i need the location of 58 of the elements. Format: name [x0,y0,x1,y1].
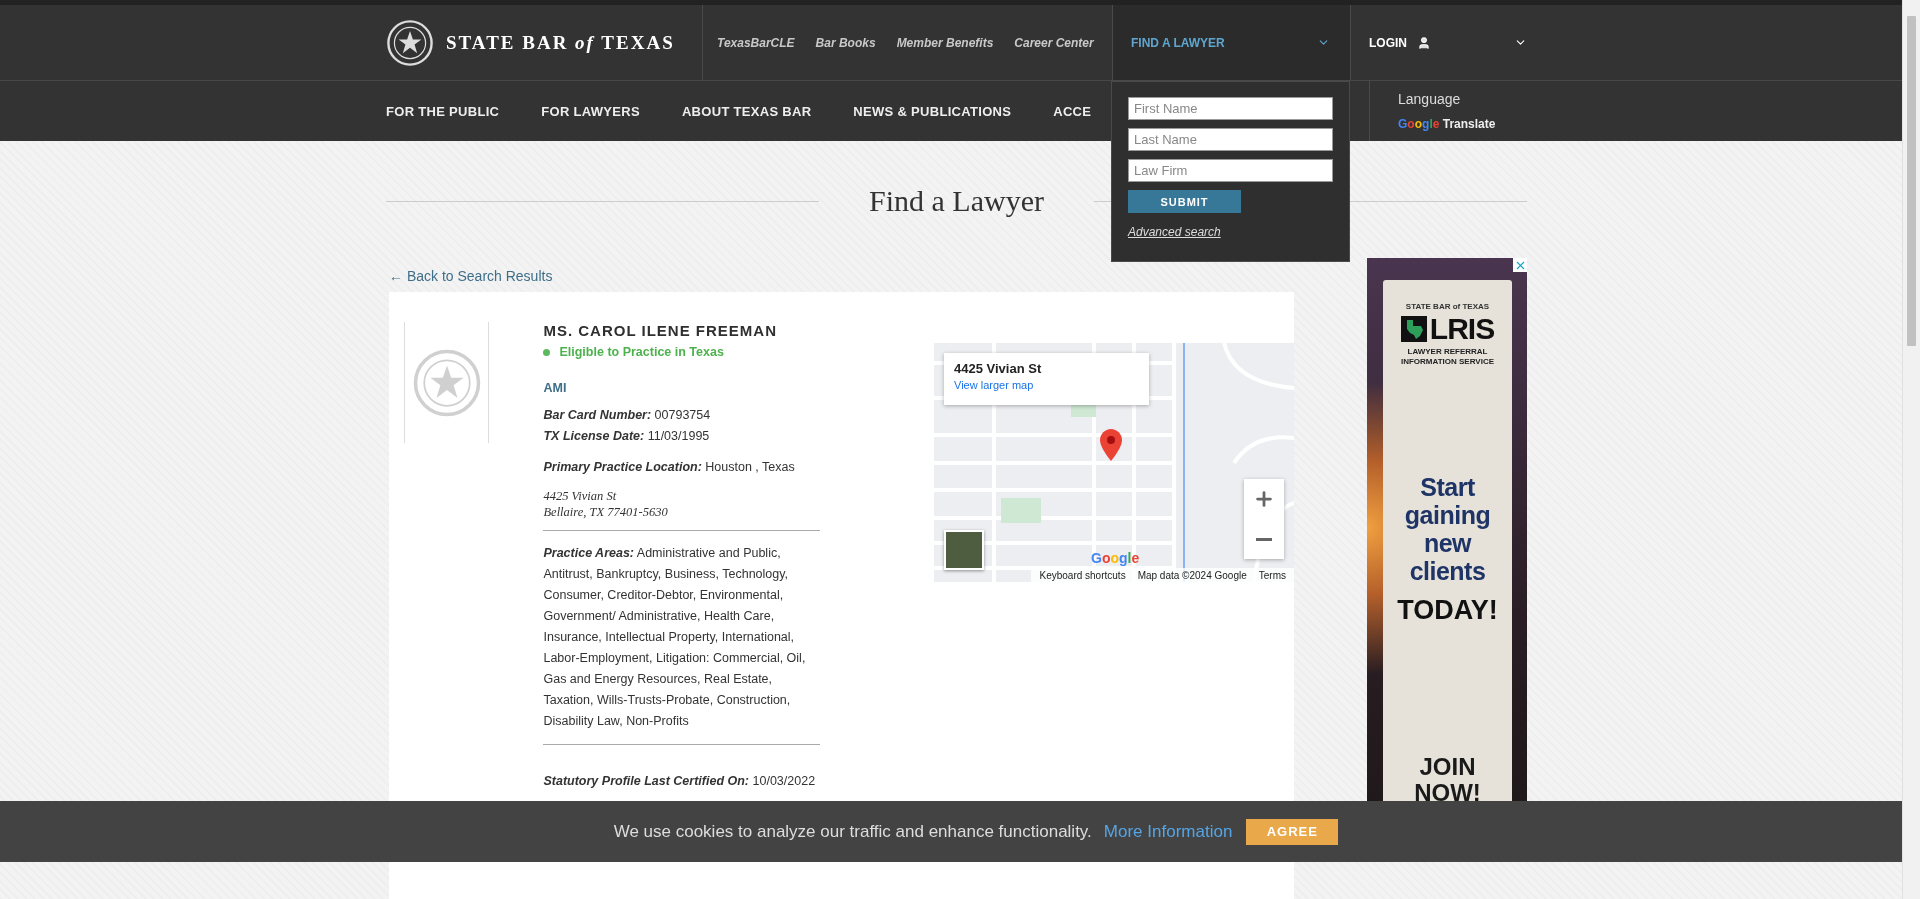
seal-icon [411,347,482,418]
zoom-in-button[interactable] [1244,479,1284,519]
map-attribution-text[interactable]: Terms [1258,569,1286,581]
back-link[interactable]: ← Back to Search Results [389,268,1294,288]
certified-date: Statutory Profile Last Certified On: 10/03/2022 [543,773,817,790]
seal-logo-icon [386,18,434,67]
top-link[interactable]: Career Center [1014,35,1094,50]
search-input-field[interactable]: Last Name [1128,128,1333,151]
user-icon [1417,35,1431,50]
google-logo: Google [1091,550,1140,566]
map-attribution-text: Map data ©2024 Google [1137,569,1247,581]
top-link[interactable]: Bar Books [815,35,876,50]
cookie-message: We use cookies to analyze our traffic and enhance functionality. [613,821,1092,842]
ad-logo-text: LRIS [1429,314,1495,344]
ad-tagline: LAWYER REFERRAL INFORMATION SERVICE [1399,347,1495,367]
ad-call-to-action: JOIN NOW! [1413,754,1482,806]
login-button[interactable]: LOGIN [1351,5,1527,80]
satellite-view-button[interactable] [944,530,984,570]
nav-link[interactable]: ABOUT TEXAS BAR [681,103,812,119]
google-logo: Google [1398,117,1440,131]
site-logo-text[interactable]: STATE BAR of TEXAS [446,31,675,54]
zoom-out-button[interactable] [1244,519,1284,559]
ad-headline: Start gaining new clients [1403,473,1492,585]
map-attribution-text[interactable]: Keyboard shortcuts [1039,569,1126,581]
firm-link[interactable]: AMI [543,381,820,395]
view-larger-map-link[interactable]: View larger map [954,379,1139,391]
address-line: Bellaire, TX 77401-5630 [543,504,669,520]
more-information-link[interactable]: More Information [1103,821,1233,842]
ad-emphasis: TODAY! [1397,595,1498,626]
minus-icon [1256,537,1272,541]
search-input-field[interactable]: First Name [1128,97,1333,120]
submit-button[interactable]: SUBMIT [1128,190,1241,213]
lawyer-name: MS. CAROL ILENE FREEMAN [543,322,779,339]
profile-fact: Bar Card Number: 00793754 [543,407,712,424]
nav-link[interactable]: FOR THE PUBLIC [386,103,500,119]
plus-icon [1253,488,1275,510]
map-pin-icon [1100,429,1122,461]
close-button[interactable] [1513,258,1527,272]
practice-areas: Practice Areas: Administrative and Public, Antitrust, Bankruptcy, Business, Technology, Consumer, Creditor-Debtor, Environmental, Government/ Administrative, Health Care, Insurance, Intellectual Property, International, Labor-Employment, Litigation: Commercial, Oil, Gas and Energy Resources, Real Estate, Taxation, Wills-Trusts-Probate, Construction, Disability Law, Non-Profits [543,543,820,732]
practice-location: Primary Practice Location: Houston , Texas [543,459,796,476]
page-title: Find a Lawyer [869,184,1044,218]
top-link[interactable]: Member Benefits [896,35,994,50]
ad-brand-text: STATE BAR of TEXAS [1405,302,1490,311]
top-link[interactable]: TexasBarCLE [717,35,795,50]
status-dot-icon [543,348,551,356]
nav-link[interactable]: FOR LAWYERS [541,103,640,119]
nav-link[interactable]: NEWS & PUBLICATIONS [853,103,1012,119]
map-place-name: 4425 Vivian St [954,361,1043,376]
nav-link[interactable]: ACCE [1053,103,1092,119]
profile-fact: TX License Date: 11/03/1995 [543,428,711,445]
google-translate-link[interactable]: Google Translate [1398,117,1527,131]
advanced-search-link[interactable]: Advanced search [1128,225,1333,239]
search-input-field[interactable]: Law Firm [1128,159,1333,182]
language-label: Language [1398,91,1462,107]
status-text: Eligible to Practice in Texas [559,345,724,359]
texas-map-icon [1400,316,1427,342]
find-a-lawyer-button[interactable]: FIND A LAWYER [1112,5,1351,80]
address-line: 4425 Vivian St [543,488,618,504]
